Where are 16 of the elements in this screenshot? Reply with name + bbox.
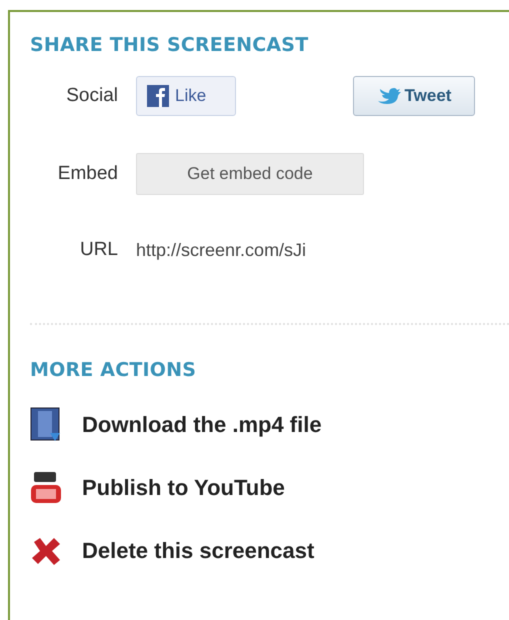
section-heading: SHARE THIS SCREENCAST: [30, 34, 308, 56]
action-link[interactable]: Delete this screencast: [30, 519, 509, 582]
film-icon: [30, 406, 62, 442]
like-button[interactable]: Like: [136, 76, 236, 116]
row-label: URL: [78, 239, 119, 261]
delete-icon: [30, 536, 62, 566]
tweet-button[interactable]: Tweet: [353, 76, 475, 116]
bird-icon: [376, 87, 401, 105]
action-link[interactable]: Publish to YouTube: [30, 456, 509, 519]
section-heading: MORE ACTIONS: [30, 359, 196, 381]
row-label: Embed: [56, 163, 119, 185]
embed-code-button[interactable]: Get embed code: [136, 153, 364, 195]
row-label: Social: [65, 85, 119, 107]
url-text: http://screenr.com/sJi: [136, 240, 306, 260]
action-link[interactable]: Download the .mp4 file: [30, 393, 509, 456]
facebook-icon: [147, 85, 169, 107]
